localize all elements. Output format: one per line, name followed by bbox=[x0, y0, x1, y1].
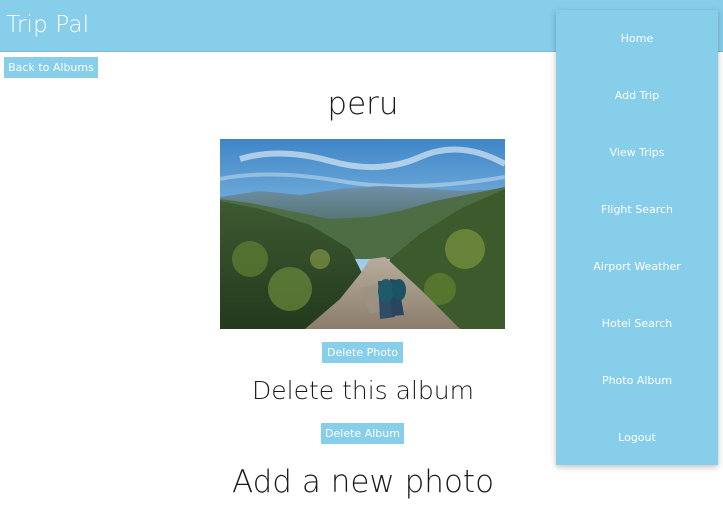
nav-item-hotel-search[interactable]: Hotel Search bbox=[556, 295, 718, 352]
back-to-albums-button[interactable]: Back to Albums bbox=[4, 57, 98, 78]
nav-item-view-trips[interactable]: View Trips bbox=[556, 124, 718, 181]
nav-item-airport-weather[interactable]: Airport Weather bbox=[556, 238, 718, 295]
nav-item-photo-album[interactable]: Photo Album bbox=[556, 352, 718, 409]
nav-item-home[interactable]: Home bbox=[556, 10, 718, 67]
nav-item-add-trip[interactable]: Add Trip bbox=[556, 67, 718, 124]
album-photo bbox=[220, 139, 505, 329]
delete-album-heading: Delete this album bbox=[252, 376, 474, 405]
add-photo-heading: Add a new photo bbox=[231, 464, 495, 500]
brand-logo[interactable]: Trip Pal bbox=[6, 12, 89, 38]
page: Trip Pal Back to Albums peru Delete Phot… bbox=[0, 0, 723, 509]
nav-dropdown-menu: Home Add Trip View Trips Flight Search A… bbox=[556, 10, 718, 465]
delete-photo-button[interactable]: Delete Photo bbox=[322, 342, 403, 363]
delete-album-button[interactable]: Delete Album bbox=[321, 423, 404, 444]
album-title: peru bbox=[327, 86, 399, 122]
nav-item-flight-search[interactable]: Flight Search bbox=[556, 181, 718, 238]
nav-item-logout[interactable]: Logout bbox=[556, 409, 718, 466]
